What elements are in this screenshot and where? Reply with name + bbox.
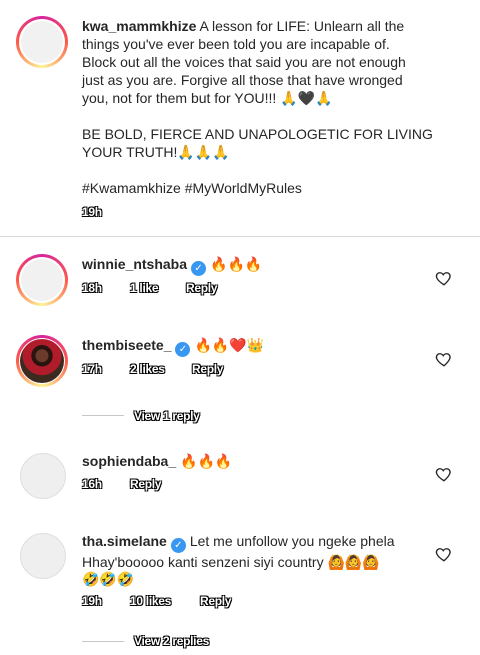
comment-likes[interactable]: 10 likes — [130, 594, 171, 608]
comment-time: 16h — [82, 477, 102, 491]
comment-avatar-thembiseete[interactable] — [16, 335, 68, 387]
comment-username[interactable]: thembiseete_ — [82, 337, 171, 353]
reply-button[interactable]: Reply — [130, 477, 161, 491]
caption-line-1: things you've ever been told you are inc… — [82, 36, 390, 52]
caption-line-3: just as you are. Forgive all those that … — [82, 72, 403, 88]
caption-line-4: you, not for them but for YOU!!! 🙏🖤🙏 — [82, 90, 333, 106]
comment-avatar-simelane[interactable] — [20, 533, 66, 579]
comment-body-thembiseete: thembiseete_ ✓ 🔥🔥❤️👑 — [82, 336, 264, 357]
verified-badge-icon: ✓ — [175, 342, 191, 357]
heart-outline-icon[interactable] — [435, 350, 453, 368]
comment-username[interactable]: tha.simelane — [82, 533, 167, 549]
view-replies-button[interactable]: View 1 reply — [134, 409, 200, 423]
comment-likes[interactable]: 2 likes — [130, 362, 165, 376]
comment-username[interactable]: sophiendaba_ — [82, 453, 176, 469]
comment-time: 17h — [82, 362, 102, 376]
comment-time: 19h — [82, 594, 102, 608]
comment-avatar-sophiendaba[interactable] — [20, 453, 66, 499]
comment-body-winnie: winnie_ntshaba ✓ 🔥🔥🔥 — [82, 255, 262, 276]
caption-line-2: Block out all the voices that said you a… — [82, 54, 406, 70]
comment-text: 🔥🔥🔥 — [210, 257, 263, 273]
verified-badge-icon: ✓ — [170, 538, 186, 553]
comment-text-line3: 🤣🤣🤣 — [82, 572, 135, 588]
comment-time: 18h — [82, 281, 102, 295]
verified-badge-icon: ✓ — [191, 261, 207, 276]
reply-button[interactable]: Reply — [200, 594, 231, 608]
caption-time: 19h — [82, 205, 102, 219]
divider — [0, 236, 480, 237]
comment-text-line1: Let me unfollow you ngeke phela — [189, 533, 395, 549]
caption-avatar[interactable] — [16, 16, 68, 68]
comment-likes[interactable]: 1 like — [130, 281, 159, 295]
caption-line-6: BE BOLD, FIERCE AND UNAPOLOGETIC FOR LIV… — [82, 126, 433, 142]
heart-outline-icon[interactable] — [435, 545, 453, 563]
comment-body-simelane: tha.simelane ✓ Let me unfollow you ngeke p… — [82, 532, 427, 589]
heart-outline-icon[interactable] — [435, 269, 453, 287]
view-replies-line — [82, 415, 124, 416]
heart-outline-icon[interactable] — [435, 465, 453, 483]
comment-avatar-winnie[interactable] — [16, 254, 68, 306]
comment-text-line2: Hhay'booooo kanti senzeni siyi country 🙆… — [82, 554, 380, 570]
comment-text: 🔥🔥🔥 — [180, 454, 233, 470]
caption-line-7: YOUR TRUTH!🙏🙏🙏 — [82, 144, 230, 160]
caption-hashtags[interactable]: #Kwamamkhize #MyWorldMyRules — [82, 179, 472, 197]
view-replies-line — [82, 641, 124, 642]
caption-body: kwa_mammkhize A lesson for LIFE: Unlearn… — [82, 17, 472, 197]
reply-button[interactable]: Reply — [192, 362, 223, 376]
caption-username[interactable]: kwa_mammkhize — [82, 18, 196, 34]
comment-text: 🔥🔥❤️👑 — [194, 338, 265, 354]
caption-line-0: A lesson for LIFE: Unlearn all the — [199, 18, 405, 34]
comment-body-sophiendaba: sophiendaba_ 🔥🔥🔥 — [82, 452, 232, 471]
reply-button[interactable]: Reply — [186, 281, 217, 295]
view-replies-button[interactable]: View 2 replies — [134, 634, 209, 648]
comment-username[interactable]: winnie_ntshaba — [82, 256, 187, 272]
